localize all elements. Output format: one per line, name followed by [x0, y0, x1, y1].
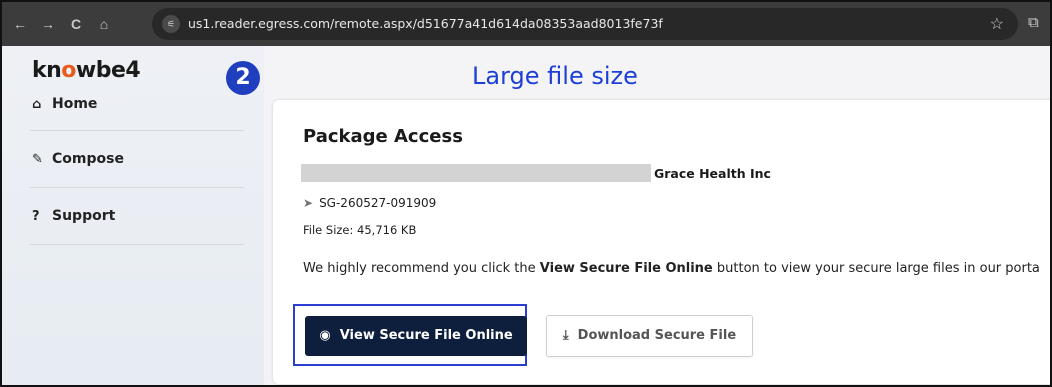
bookmark-star-icon[interactable]: ☆ — [990, 14, 1004, 34]
page-title: Package Access — [303, 126, 463, 147]
reference-id: SG-260527-091909 — [319, 196, 437, 210]
help-circle-icon: ? — [32, 209, 40, 224]
back-icon[interactable]: ← — [10, 14, 30, 34]
site-settings-icon[interactable]: ⚟ — [162, 15, 180, 33]
screenshot-frame: ← → C ⌂ ⚟ us1.reader.egress.com/remote.a… — [0, 0, 1052, 387]
knowbe4-logo: knowbe4 — [32, 58, 141, 83]
sidebar: knowbe4 ⌂ Home ✎ Compose ? Support — [2, 46, 264, 385]
home-icon: ⌂ — [32, 97, 42, 112]
file-size: File Size: 45,716 KB — [303, 223, 417, 237]
download-secure-file-button[interactable]: ⤓ Download Secure File — [546, 315, 753, 357]
logo-accent-letter: o — [61, 58, 76, 83]
home-icon[interactable]: ⌂ — [94, 14, 114, 34]
sidebar-item-support[interactable]: ? Support — [32, 208, 115, 224]
recommendation-emphasis: View Secure File Online — [539, 261, 713, 276]
send-icon: ➤ — [303, 196, 314, 210]
sidebar-divider — [30, 130, 244, 131]
page-content: knowbe4 ⌂ Home ✎ Compose ? Support 2 Large … — [2, 46, 1050, 385]
sidebar-item-compose[interactable]: ✎ Compose — [32, 151, 124, 167]
recommendation-text: We highly recommend you click the View S… — [303, 261, 1040, 276]
package-access-card: Package Access Grace Health Inc ➤ SG-2605… — [273, 100, 1050, 384]
browser-toolbar: ← → C ⌂ ⚟ us1.reader.egress.com/remote.a… — [2, 2, 1050, 46]
button-label: Download Secure File — [577, 328, 737, 343]
redacted-sender-bar — [301, 164, 651, 182]
extensions-icon[interactable]: ⧉ — [1028, 14, 1039, 31]
reload-icon[interactable]: C — [66, 14, 86, 34]
button-label: View Secure File Online — [339, 328, 513, 343]
sidebar-item-label: Home — [52, 96, 98, 112]
organization-name: Grace Health Inc — [654, 166, 771, 181]
address-bar[interactable]: ⚟ us1.reader.egress.com/remote.aspx/d516… — [152, 8, 1018, 40]
logo-text-end: wbe4 — [75, 58, 141, 83]
forward-icon[interactable]: → — [38, 14, 58, 34]
view-secure-file-online-button[interactable]: ◉ View Secure File Online — [305, 316, 527, 356]
sidebar-divider — [30, 187, 244, 188]
eye-icon: ◉ — [319, 328, 331, 343]
recommendation-start: We highly recommend you click the — [303, 261, 540, 276]
download-icon: ⤓ — [562, 328, 569, 343]
recommendation-end: button to view your secure large files i… — [712, 261, 1040, 276]
logo-text-start: kn — [32, 58, 62, 83]
url-text[interactable]: us1.reader.egress.com/remote.aspx/d51677… — [188, 16, 663, 31]
step-number-badge: 2 — [226, 61, 260, 95]
package-reference: ➤ SG-260527-091909 — [303, 196, 436, 210]
sidebar-item-label: Compose — [52, 151, 124, 167]
sidebar-item-label: Support — [52, 208, 116, 224]
sidebar-divider — [30, 244, 244, 245]
sidebar-item-home[interactable]: ⌂ Home — [32, 96, 97, 112]
compose-icon: ✎ — [32, 152, 43, 167]
annotation-caption: Large file size — [472, 62, 638, 90]
